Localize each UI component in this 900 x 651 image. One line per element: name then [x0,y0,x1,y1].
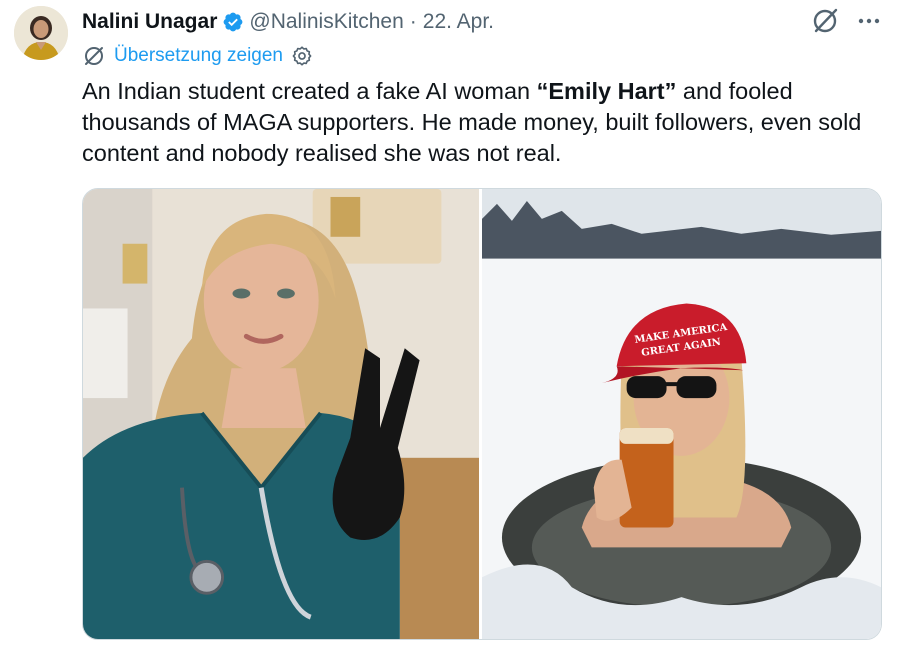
translate-row: Übersetzung zeigen [82,44,313,68]
photo-nurse-image [83,189,479,639]
settings-icon[interactable] [291,45,313,67]
translate-icon [82,44,106,68]
tweet-bold-name: Emily Hart [548,78,665,104]
photo-nurse[interactable] [83,189,482,639]
avatar-image [14,6,68,60]
tweet-quote-open: “ [536,78,549,104]
verified-badge-icon [222,11,244,33]
more-icon[interactable] [856,8,882,34]
tweet-quote-close: ” [664,78,677,104]
tweet-text-part1: An Indian student created a fake AI woma… [82,78,537,104]
photo-ice-bath-image: MAKE AMERICA GREAT AGAIN [482,189,881,639]
post-date[interactable]: 22. Apr. [423,10,494,34]
separator-dot: · [409,10,417,33]
top-actions [810,6,882,36]
grok-icon[interactable] [810,6,840,36]
show-translation-link[interactable]: Übersetzung zeigen [114,45,283,67]
author-handle[interactable]: @NalinisKitchen [249,10,403,34]
tweet-header: Nalini Unagar @NalinisKitchen · 22. Apr. [82,8,494,36]
author-name[interactable]: Nalini Unagar [82,10,217,34]
avatar[interactable] [14,6,68,60]
media-grid: MAKE AMERICA GREAT AGAIN [82,188,882,640]
photo-ice-bath[interactable]: MAKE AMERICA GREAT AGAIN [482,189,881,639]
tweet-text: An Indian student created a fake AI woma… [82,76,892,169]
